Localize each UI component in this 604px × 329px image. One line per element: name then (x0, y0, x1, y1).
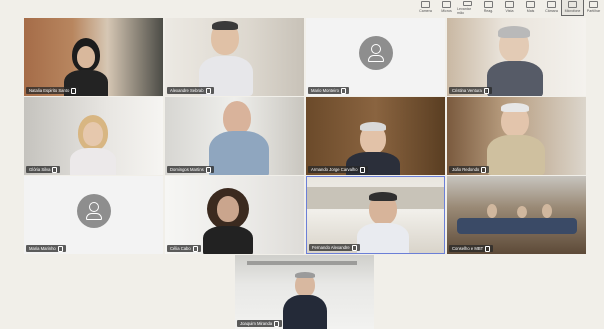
participant-tile[interactable]: Cristina Ventura (447, 18, 586, 96)
raise-hand-button[interactable]: Levantar mão (457, 0, 478, 15)
smiley-icon (484, 1, 493, 8)
mic-icon (568, 1, 577, 8)
participant-name: Célia Cabo (167, 245, 201, 252)
participant-tile[interactable]: Maria Marinho (24, 176, 163, 254)
meeting-toolbar: Camera Micros Levantar mão Reag. Vista M… (372, 0, 604, 16)
mic-muted-icon (351, 244, 357, 251)
participant-name: Fernando Alexandre (309, 244, 360, 251)
video-feed (24, 18, 163, 96)
share-icon (589, 1, 598, 8)
more-icon (526, 1, 535, 8)
participant-tile[interactable]: Conselho e MBT (447, 176, 586, 254)
video-feed (306, 97, 445, 175)
participant-name: Armando Jorge Carvalho (308, 166, 368, 173)
video-feed (165, 176, 304, 254)
mic-muted-icon (483, 87, 489, 94)
video-camera-icon (547, 1, 556, 8)
participant-name: Domingos Martins (167, 166, 214, 173)
mic-toolbar-button[interactable]: Micros (436, 0, 457, 15)
participant-name: Glória Silva (26, 166, 61, 173)
video-feed (165, 18, 304, 96)
participant-name: João Redondo (449, 166, 490, 173)
mic-muted-icon (52, 166, 58, 173)
mic-muted-icon (340, 87, 346, 94)
camera-icon (421, 1, 430, 8)
mic-muted-icon (485, 245, 491, 252)
camera-button[interactable]: Câmara (541, 0, 562, 15)
participant-name: Maria Marinho (26, 245, 66, 252)
video-feed (447, 176, 586, 254)
video-feed (24, 97, 163, 175)
user-avatar-icon (76, 194, 111, 229)
participant-tile[interactable]: Armando Jorge Carvalho (306, 97, 445, 175)
participant-tile[interactable]: João Redondo (447, 97, 586, 175)
user-avatar-icon (358, 36, 393, 71)
video-feed (447, 97, 586, 175)
grid-icon (505, 1, 514, 8)
participant-tile-active-speaker[interactable]: Fernando Alexandre (306, 176, 445, 254)
participant-name: Joaquim Miranda (237, 320, 283, 327)
mic-muted-icon (205, 87, 211, 94)
camera-toolbar-button[interactable]: Camera (415, 0, 436, 15)
participant-name: Alexandre Sebrab (167, 87, 214, 94)
participant-tile[interactable]: Glória Silva (24, 97, 163, 175)
participant-name: Natalia Espirito Santo (26, 87, 80, 94)
mic-muted-icon (205, 166, 211, 173)
participant-name: Conselho e MBT (449, 245, 494, 252)
microphone-button[interactable]: Microfone (561, 0, 584, 16)
participant-tile[interactable]: Domingos Martins (165, 97, 304, 175)
video-feed (447, 18, 586, 96)
reactions-button[interactable]: Reag. (478, 0, 499, 15)
mic-muted-icon (71, 87, 77, 94)
more-button[interactable]: Mais (520, 0, 541, 15)
mic-muted-icon (274, 320, 280, 327)
participant-tile[interactable]: Joaquim Miranda (235, 255, 374, 329)
participant-name: Cristina Ventura (449, 87, 492, 94)
mic-muted-icon (192, 245, 198, 252)
participant-tile[interactable]: Alexandre Sebrab (165, 18, 304, 96)
video-feed (307, 177, 444, 253)
mic-muted-icon (481, 166, 487, 173)
video-feed (235, 255, 374, 329)
view-button[interactable]: Vista (499, 0, 520, 15)
participant-tile[interactable]: Natalia Espirito Santo (24, 18, 163, 96)
participant-tile[interactable]: Mario Monteiro (306, 18, 445, 96)
participant-name: Mario Monteiro (308, 87, 349, 94)
microphone-icon (442, 1, 451, 8)
video-feed (165, 97, 304, 175)
conference-table (457, 218, 577, 234)
mic-muted-icon (359, 166, 365, 173)
participant-tile[interactable]: Célia Cabo (165, 176, 304, 254)
share-button[interactable]: Partilhar (583, 0, 604, 15)
mic-muted-icon (57, 245, 63, 252)
hand-icon (463, 1, 472, 6)
